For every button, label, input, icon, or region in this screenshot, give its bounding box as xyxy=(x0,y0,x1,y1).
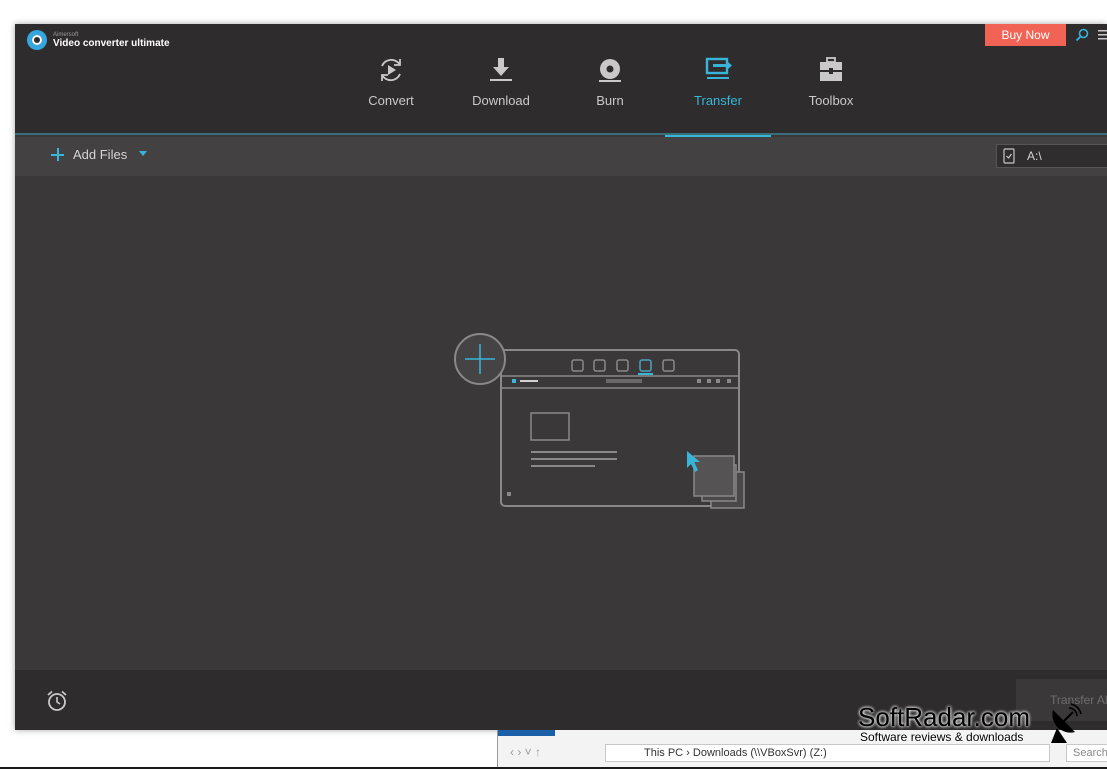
search-icon[interactable] xyxy=(1075,28,1089,42)
tab-download-label: Download xyxy=(472,93,530,108)
burn-icon xyxy=(599,59,621,82)
tab-download[interactable]: Download xyxy=(448,24,554,135)
tab-transfer-label: Transfer xyxy=(694,93,742,108)
tab-toolbox[interactable]: Toolbox xyxy=(778,24,884,135)
top-bar: Aimersoft Video converter ultimate Conve… xyxy=(15,24,1107,137)
explorer-accent-bar xyxy=(498,730,555,736)
watermark-tagline: Software reviews & downloads xyxy=(860,730,1024,744)
add-files-button[interactable]: Add Files xyxy=(51,147,127,162)
satellite-dish-icon xyxy=(1051,703,1082,743)
transfer-icon xyxy=(705,57,732,79)
watermark-title: SoftRadar.com xyxy=(858,702,1030,732)
tab-convert[interactable]: Convert xyxy=(338,24,444,135)
toolbox-icon xyxy=(820,57,842,81)
buy-now-button[interactable]: Buy Now xyxy=(985,24,1066,46)
tab-burn[interactable]: Burn xyxy=(557,24,663,135)
alarm-clock-icon[interactable] xyxy=(45,689,69,713)
menu-icon[interactable] xyxy=(1096,28,1107,42)
explorer-nav-arrows-icon[interactable]: ‹ › ˅ ↑ xyxy=(510,745,541,759)
tab-convert-label: Convert xyxy=(368,93,414,108)
add-files-label: Add Files xyxy=(73,147,128,162)
sub-toolbar: Add Files A:\ xyxy=(15,137,1107,176)
plus-icon xyxy=(51,148,64,161)
drop-area[interactable] xyxy=(15,176,1107,670)
device-phone-icon xyxy=(1003,148,1015,164)
app-window: Aimersoft Video converter ultimate Conve… xyxy=(15,24,1107,730)
download-icon xyxy=(490,58,512,81)
add-files-illustration[interactable] xyxy=(451,332,751,517)
softradar-watermark: SoftRadar.com Software reviews & downloa… xyxy=(855,700,1107,747)
tab-burn-label: Burn xyxy=(596,93,624,108)
device-selector[interactable]: A:\ xyxy=(996,144,1107,168)
device-label: A:\ xyxy=(1027,149,1042,163)
tab-transfer[interactable]: Transfer xyxy=(665,24,771,137)
convert-icon xyxy=(381,58,401,82)
add-files-dropdown-icon[interactable] xyxy=(139,151,147,156)
tab-toolbox-label: Toolbox xyxy=(808,93,854,108)
main-nav: Convert Download Burn Transfer Toolbox xyxy=(15,24,1107,137)
